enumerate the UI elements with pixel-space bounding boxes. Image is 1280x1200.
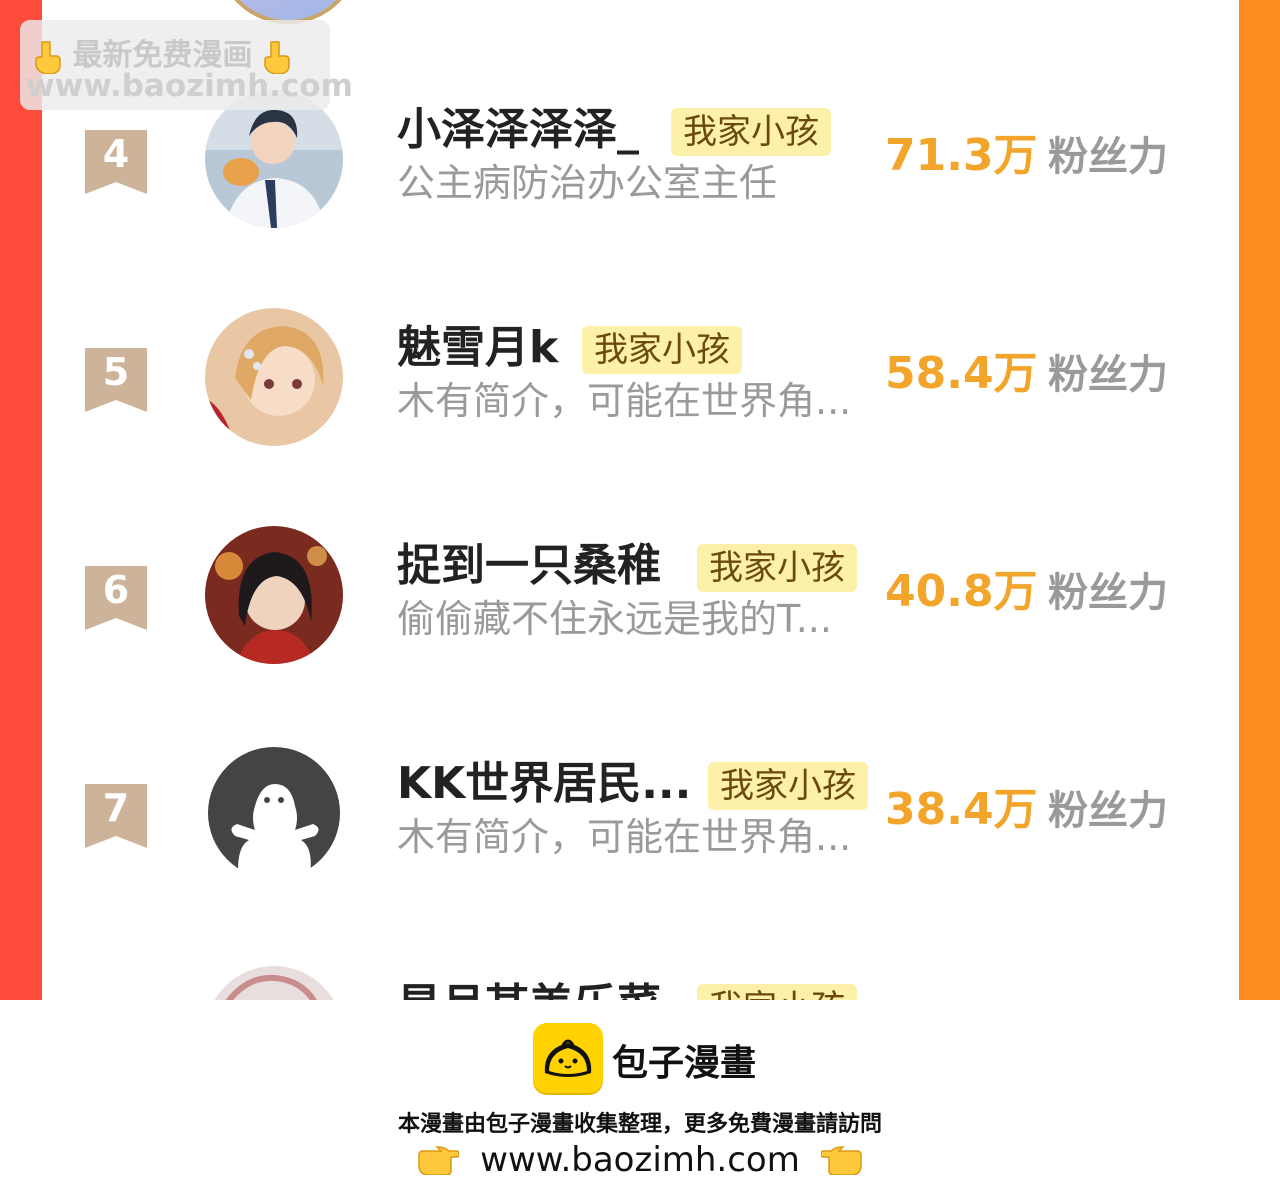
rank-number: 6 [102,568,130,612]
fans-label: 粉丝力 [1048,788,1168,834]
fan-badge: 我家小孩 [671,108,831,156]
rank-ribbon: 7 [85,784,147,848]
watermark-url: www.baozimh.com [26,68,353,104]
user-avatar-blonde-girl[interactable] [205,308,343,446]
fans-label: 粉丝力 [1048,134,1168,180]
baozi-bun-logo-icon[interactable] [533,1023,603,1093]
fans-count: 38.4万 [885,784,1038,835]
fan-badge: 我家小孩 [708,762,868,810]
rank-ribbon: 4 [85,130,147,194]
fan-badge: 我家小孩 [582,326,742,374]
fans-label: 粉丝力 [1048,352,1168,398]
user-bio: 木有简介，可能在世界角... [397,815,852,859]
user-name[interactable]: 小泽泽泽泽_ [397,102,639,158]
fans-count: 40.8万 [885,566,1038,617]
rank-number: 7 [102,786,130,830]
user-avatar-boy-with-fox[interactable] [205,90,343,228]
fan-badge: 我家小孩 [697,984,857,1000]
rank-number: 5 [102,350,130,394]
user-name[interactable]: KK世界居民... [397,756,691,812]
footer-url-link[interactable]: www.baozimh.com [480,1140,800,1180]
ranking-row-6[interactable]: 6 捉到一只桑稚 我家小孩 偷偷藏不住永远是我的T... 40.8万 粉丝力 [42,526,1239,716]
fans-count: 58.4万 [885,348,1038,399]
ranking-row-4[interactable]: 4 小泽泽泽泽_ 我家小孩 公主病防治办公室主任 71.3万 粉丝力 [42,90,1239,280]
default-user-avatar[interactable] [205,744,343,882]
fans-count: 71.3万 [885,130,1038,181]
ranking-frame: 4 小泽泽泽泽_ 我家小孩 公主病防治办公室主任 71.3万 粉丝力 5 魅雪月… [0,0,1280,1000]
ranking-card: 4 小泽泽泽泽_ 我家小孩 公主病防治办公室主任 71.3万 粉丝力 5 魅雪月… [42,0,1239,1000]
footer-note: 本漫畫由包子漫畫收集整理，更多免費漫畫請訪問 [397,1112,882,1137]
ranking-row-5[interactable]: 5 魅雪月k 我家小孩 木有简介，可能在世界角... 58.4万 粉丝力 [42,308,1239,498]
footer-url-row: www.baozimh.com [0,1140,1280,1180]
user-name[interactable]: 捉到一只桑稚 [397,538,661,594]
user-bio: 偷偷藏不住永远是我的T... [397,597,832,641]
user-avatar-partial[interactable] [205,966,343,1000]
user-bio: 木有简介，可能在世界角... [397,379,852,423]
pointing-right-hand-icon [418,1146,460,1175]
watermark: 最新免费漫画 www.baozimh.com [20,20,353,110]
pointing-left-hand-icon [820,1146,862,1175]
fan-badge: 我家小孩 [697,544,857,592]
rank-ribbon: 5 [85,348,147,412]
rank-ribbon: 6 [85,566,147,630]
user-avatar-dark-hair-boy[interactable] [205,526,343,664]
footer: 包子漫畫 本漫畫由包子漫畫收集整理，更多免費漫畫請訪問 www.baozimh.… [0,1000,1280,1200]
user-name[interactable]: 星月某美乐菜 [397,978,661,1000]
fans-label: 粉丝力 [1048,570,1168,616]
rank-number: 4 [102,132,130,176]
brand-name[interactable]: 包子漫畫 [612,1034,756,1086]
user-bio: 公主病防治办公室主任 [397,161,778,205]
ranking-row-7[interactable]: 7 KK世界居民... 我家小孩 木有简介，可能在世界角... 38.4万 粉丝… [42,747,1239,934]
user-name[interactable]: 魅雪月k [397,320,558,376]
